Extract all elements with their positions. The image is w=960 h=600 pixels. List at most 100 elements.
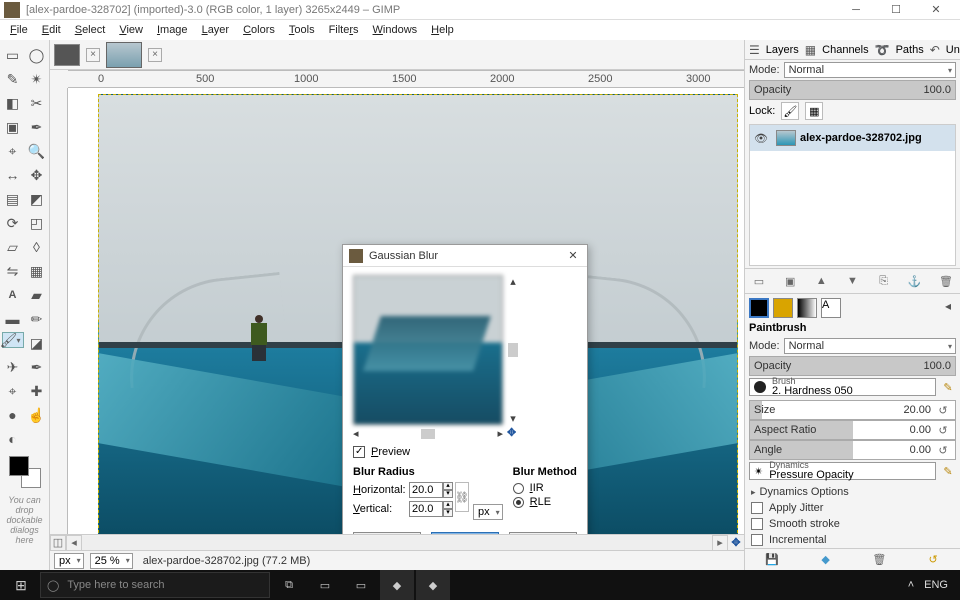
menu-file[interactable]: File (4, 22, 34, 38)
tool-crop[interactable]: ◩ (26, 188, 48, 210)
menu-colors[interactable]: Colors (237, 22, 281, 38)
tab-layers-icon[interactable]: ☰ (749, 42, 760, 58)
tab-paths[interactable]: Paths (896, 44, 924, 56)
window-minimize-button[interactable]: ─ (836, 0, 876, 20)
tool-perspective[interactable]: ◊ (26, 236, 48, 258)
start-button[interactable]: ⊞ (4, 570, 38, 600)
taskbar-app-2[interactable]: ▭ (344, 570, 378, 600)
tool-dodge[interactable]: ◐ (2, 428, 24, 450)
taskbar-gimp[interactable]: ◆ (380, 570, 414, 600)
tab-channels[interactable]: Channels (822, 44, 868, 56)
duplicate-layer-button[interactable]: ⎘ (876, 273, 892, 289)
layer-visibility-icon[interactable]: 👁 (750, 132, 772, 145)
taskbar-app-3[interactable]: ◆ (416, 570, 450, 600)
menu-help[interactable]: Help (425, 22, 460, 38)
reset-options-button[interactable]: ↺ (925, 552, 941, 568)
tool-smudge[interactable]: ☝ (26, 404, 48, 426)
help-button[interactable]: Help (353, 532, 421, 534)
preview-scroll-left[interactable]: ◂ (353, 427, 359, 440)
preview-image[interactable] (353, 275, 503, 425)
dynamics-options-expander[interactable]: ▸Dynamics Options (745, 484, 960, 500)
menu-tools[interactable]: Tools (283, 22, 321, 38)
unit-select[interactable]: px (473, 504, 503, 520)
paint-opacity-slider[interactable]: Opacity100.0 (749, 356, 956, 376)
image-tab-1[interactable] (54, 44, 80, 66)
tool-foreground[interactable]: ▣ (2, 116, 24, 138)
tool-heal[interactable]: ✚ (26, 380, 48, 402)
scroll-left-button[interactable]: ◂ (66, 535, 82, 551)
brush-preset-3[interactable] (797, 298, 817, 318)
menu-layer[interactable]: Layer (196, 22, 236, 38)
layer-name[interactable]: alex-pardoe-328702.jpg (800, 132, 955, 144)
menu-filters[interactable]: Filters (323, 22, 365, 38)
apply-jitter-checkbox[interactable]: Apply Jitter (745, 500, 960, 516)
layer-opacity-slider[interactable]: Opacity100.0 (749, 80, 956, 100)
brush-aspect-slider[interactable]: Aspect Ratio0.00↺ (749, 420, 956, 440)
tool-ellipse-select[interactable]: ◯ (26, 44, 48, 66)
ok-button[interactable]: OK (431, 532, 499, 534)
image-tab-1-close[interactable]: × (86, 48, 100, 62)
tool-zoom[interactable]: 🔍 (26, 140, 48, 162)
brush-dock-menu[interactable]: ◂ (940, 298, 956, 314)
tab-undo-icon[interactable]: ↶ (930, 42, 940, 58)
tool-pencil[interactable]: ✏ (26, 308, 48, 330)
vertical-input[interactable] (409, 501, 443, 517)
brush-selector[interactable]: Brush2. Hardness 050 (749, 378, 936, 396)
tool-blur[interactable]: ● (2, 404, 24, 426)
angle-reset-button[interactable]: ↺ (935, 442, 951, 458)
layer-row[interactable]: 👁 alex-pardoe-328702.jpg (750, 125, 955, 151)
lock-pixels-button[interactable]: 🖌 (781, 102, 799, 120)
size-reset-button[interactable]: ↺ (935, 402, 951, 418)
vertical-spin-up[interactable]: ▴ (443, 501, 453, 509)
tool-flip[interactable]: ⇋ (2, 260, 24, 282)
image-tab-2-close[interactable]: × (148, 48, 162, 62)
scroll-right-button[interactable]: ▸ (712, 535, 728, 551)
unit-selector[interactable]: px (54, 553, 84, 569)
menu-edit[interactable]: Edit (36, 22, 67, 38)
preview-scroll-right[interactable]: ▸ (497, 427, 503, 440)
navigate-icon[interactable]: ✥ (728, 535, 744, 551)
paint-mode-select[interactable]: Normal (784, 338, 956, 354)
canvas-h-scrollbar[interactable]: ◫ ◂ ▸ ✥ (50, 534, 744, 550)
task-view-button[interactable]: ⧉ (272, 570, 306, 600)
tab-paths-icon[interactable]: ➰ (875, 42, 890, 58)
preview-checkbox[interactable]: ✓ (353, 446, 365, 458)
ruler-vertical[interactable] (50, 88, 68, 534)
zoom-selector[interactable]: 25 % (90, 553, 133, 569)
save-options-button[interactable]: 💾 (764, 552, 780, 568)
tool-fuzzy-select[interactable]: ✴ (26, 68, 48, 90)
tool-measure[interactable]: ↔ (2, 164, 24, 186)
cancel-button[interactable]: Cancel (509, 532, 577, 534)
tool-free-select[interactable]: ✎ (2, 68, 24, 90)
method-rle-radio[interactable]: RLE (513, 496, 577, 508)
tray-chevron-up-icon[interactable]: ˄ (908, 579, 914, 591)
layer-mode-select[interactable]: Normal (784, 62, 956, 78)
foreground-background-colors[interactable] (9, 456, 41, 488)
tool-blend[interactable]: ▬ (2, 308, 24, 330)
delete-layer-button[interactable]: 🗑 (938, 273, 954, 289)
canvas[interactable]: Gaussian Blur ✕ ▴ ▾ (68, 88, 744, 534)
menu-image[interactable]: Image (151, 22, 194, 38)
horizontal-input[interactable] (409, 482, 443, 498)
image-tab-2[interactable] (106, 42, 142, 68)
horizontal-spin-up[interactable]: ▴ (443, 482, 453, 490)
tab-undo[interactable]: Undo (946, 44, 960, 56)
tool-eraser[interactable]: ◪ (26, 332, 48, 354)
preview-scroll-down[interactable]: ▾ (510, 412, 516, 425)
preview-move-icon[interactable]: ✥ (507, 426, 516, 439)
preview-scroll-h-thumb[interactable] (421, 429, 435, 439)
quickmask-button[interactable]: ◫ (50, 535, 66, 551)
window-close-button[interactable]: ✕ (916, 0, 956, 20)
layer-group-button[interactable]: ▣ (782, 273, 798, 289)
dynamics-edit-button[interactable]: ✎ (940, 463, 956, 479)
tab-layers[interactable]: Layers (766, 44, 799, 56)
brush-angle-slider[interactable]: Angle0.00↺ (749, 440, 956, 460)
raise-layer-button[interactable]: ▲ (813, 273, 829, 289)
layer-list[interactable]: 👁 alex-pardoe-328702.jpg (749, 124, 956, 266)
lower-layer-button[interactable]: ▼ (844, 273, 860, 289)
lock-alpha-button[interactable]: ▦ (805, 102, 823, 120)
smooth-stroke-checkbox[interactable]: Smooth stroke (745, 516, 960, 532)
brush-preset-2[interactable] (773, 298, 793, 318)
restore-options-button[interactable]: ◆ (818, 552, 834, 568)
horizontal-spin-down[interactable]: ▾ (443, 490, 453, 498)
